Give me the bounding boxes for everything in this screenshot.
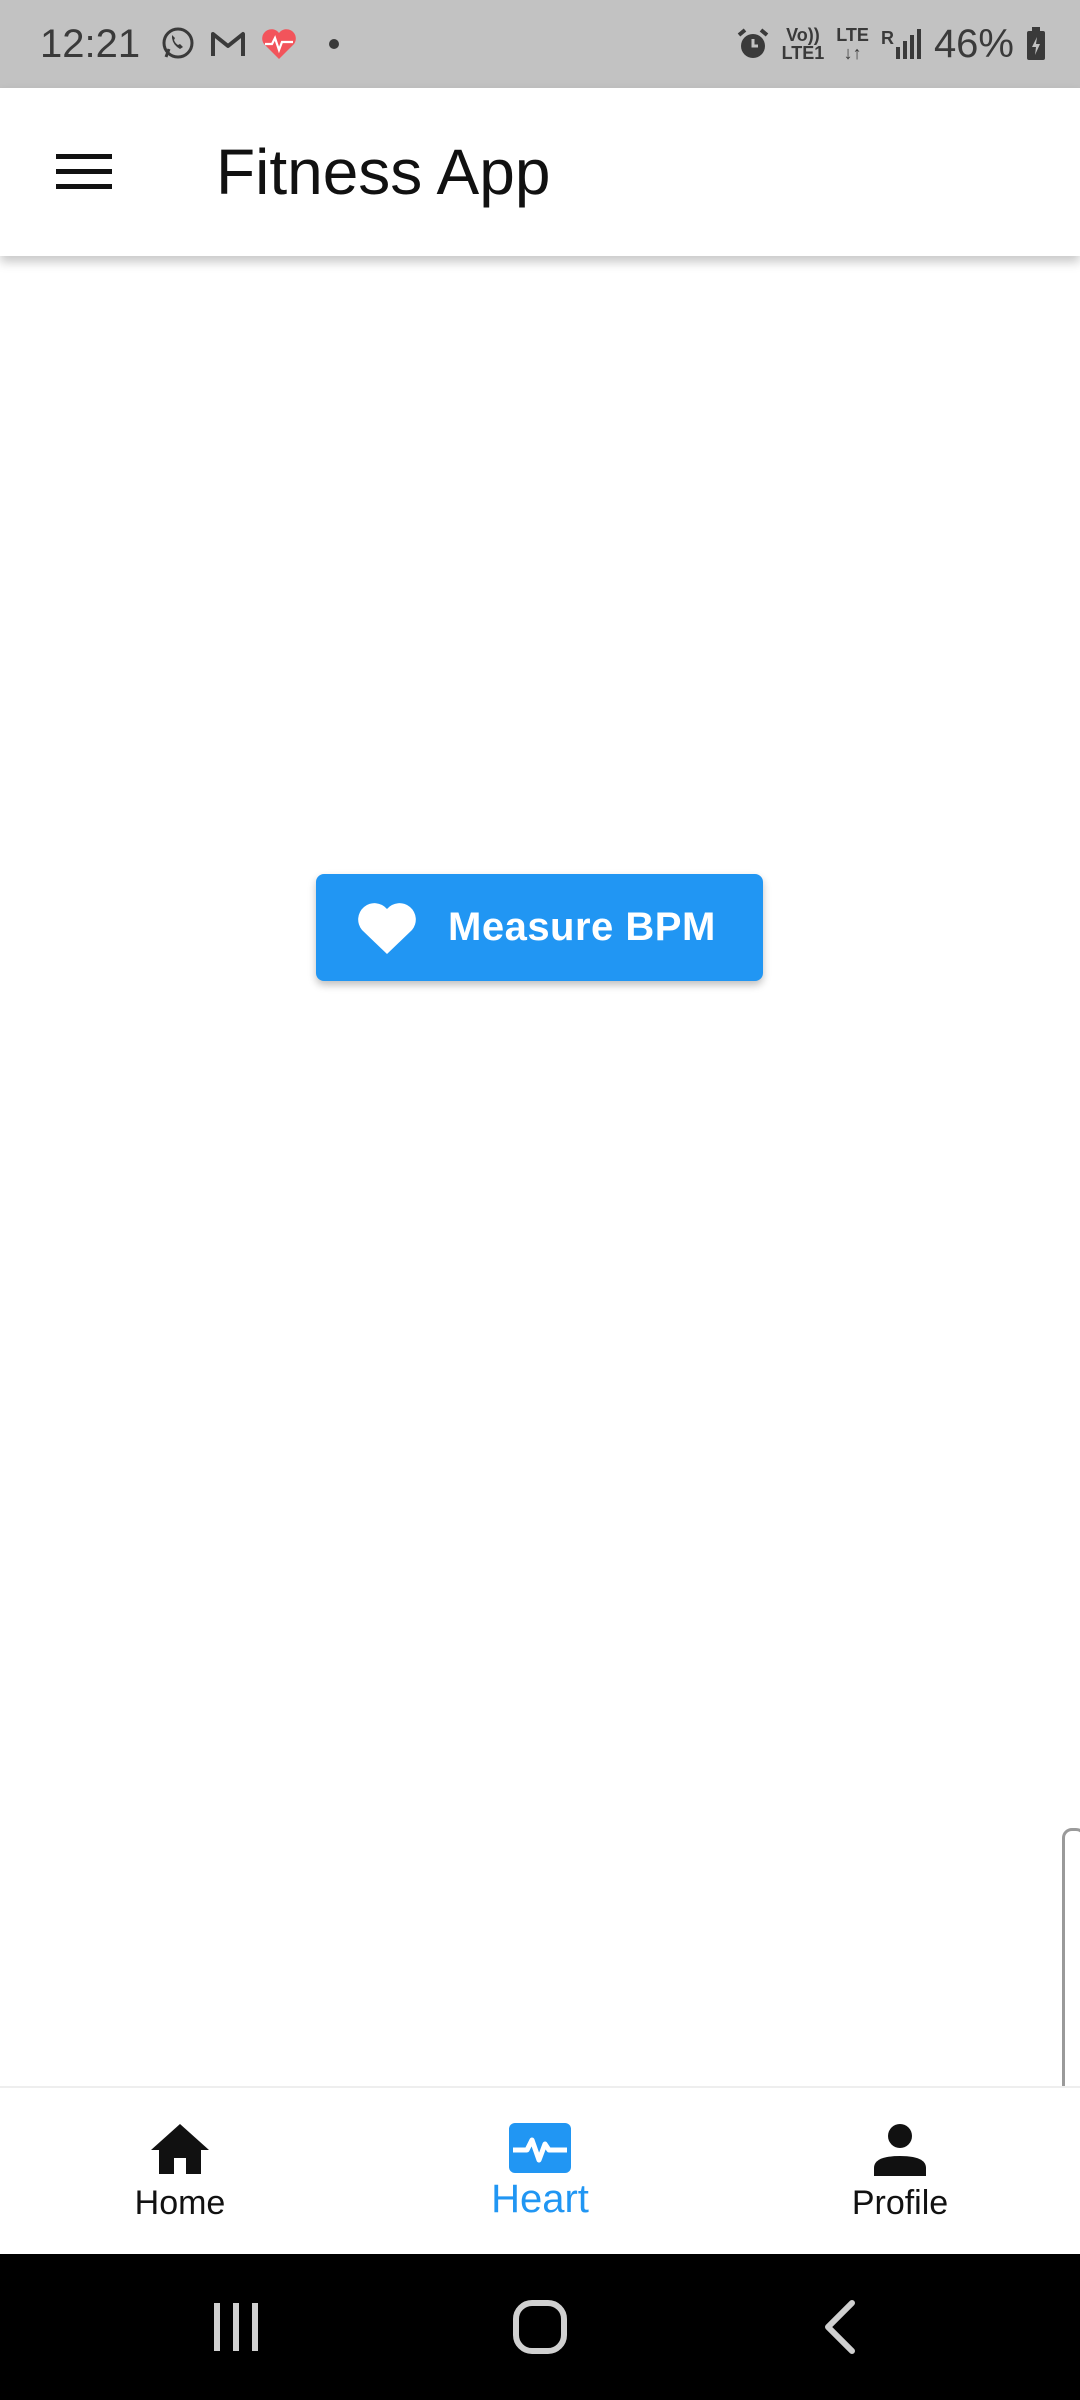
system-home-button[interactable] — [470, 2254, 610, 2400]
whatsapp-icon — [160, 26, 196, 62]
main-content: Measure BPM — [0, 256, 1080, 2164]
volte-line2: LTE1 — [781, 43, 825, 63]
dot-icon — [328, 38, 340, 50]
back-button[interactable] — [770, 2254, 910, 2400]
measure-bpm-label: Measure BPM — [448, 905, 716, 949]
home-circle-icon — [512, 2299, 568, 2355]
back-icon — [820, 2299, 860, 2355]
bottom-navigation: Home Heart Profile — [0, 2086, 1080, 2256]
battery-icon — [1026, 27, 1046, 61]
status-left: 12:21 — [40, 0, 340, 88]
status-bar: 12:21 Vo)) LTE1 LTE ↓↑ R 46% — [0, 0, 1080, 88]
volte-indicator: Vo)) LTE1 — [782, 26, 825, 62]
heart-pulse-icon — [509, 2122, 571, 2173]
measure-bpm-button[interactable]: Measure BPM — [316, 874, 763, 981]
hamburger-menu-icon — [56, 152, 112, 192]
page-title: Fitness App — [216, 136, 551, 208]
status-time: 12:21 — [40, 21, 141, 66]
system-navigation-bar — [0, 2254, 1080, 2400]
signal-icon: R — [881, 29, 922, 59]
home-icon — [149, 2122, 211, 2176]
lte-label: LTE — [836, 25, 869, 45]
gmail-icon — [210, 29, 246, 59]
volte-line1: Vo)) — [786, 25, 820, 45]
alarm-icon — [736, 27, 770, 61]
recents-button[interactable] — [166, 2254, 306, 2400]
battery-percent: 46% — [933, 21, 1014, 66]
recents-icon — [210, 2301, 262, 2353]
nav-item-heart[interactable]: Heart — [360, 2088, 720, 2256]
nav-label-heart: Heart — [491, 2176, 589, 2221]
nav-item-profile[interactable]: Profile — [720, 2088, 1080, 2256]
data-arrows-icon: ↓↑ — [843, 43, 862, 63]
heart-icon — [356, 900, 418, 956]
screen: 12:21 Vo)) LTE1 LTE ↓↑ R 46% Fitness App… — [0, 0, 1080, 2400]
nav-label-home: Home — [134, 2183, 226, 2222]
menu-button[interactable] — [40, 132, 128, 212]
nav-item-home[interactable]: Home — [0, 2088, 360, 2256]
nav-label-profile: Profile — [851, 2183, 949, 2222]
roaming-label: R — [880, 28, 894, 48]
status-right: Vo)) LTE1 LTE ↓↑ R 46% — [736, 0, 1046, 88]
person-icon — [872, 2122, 928, 2176]
health-heart-icon — [260, 27, 298, 61]
app-bar: Fitness App — [0, 88, 1080, 256]
lte-indicator: LTE ↓↑ — [836, 26, 869, 62]
